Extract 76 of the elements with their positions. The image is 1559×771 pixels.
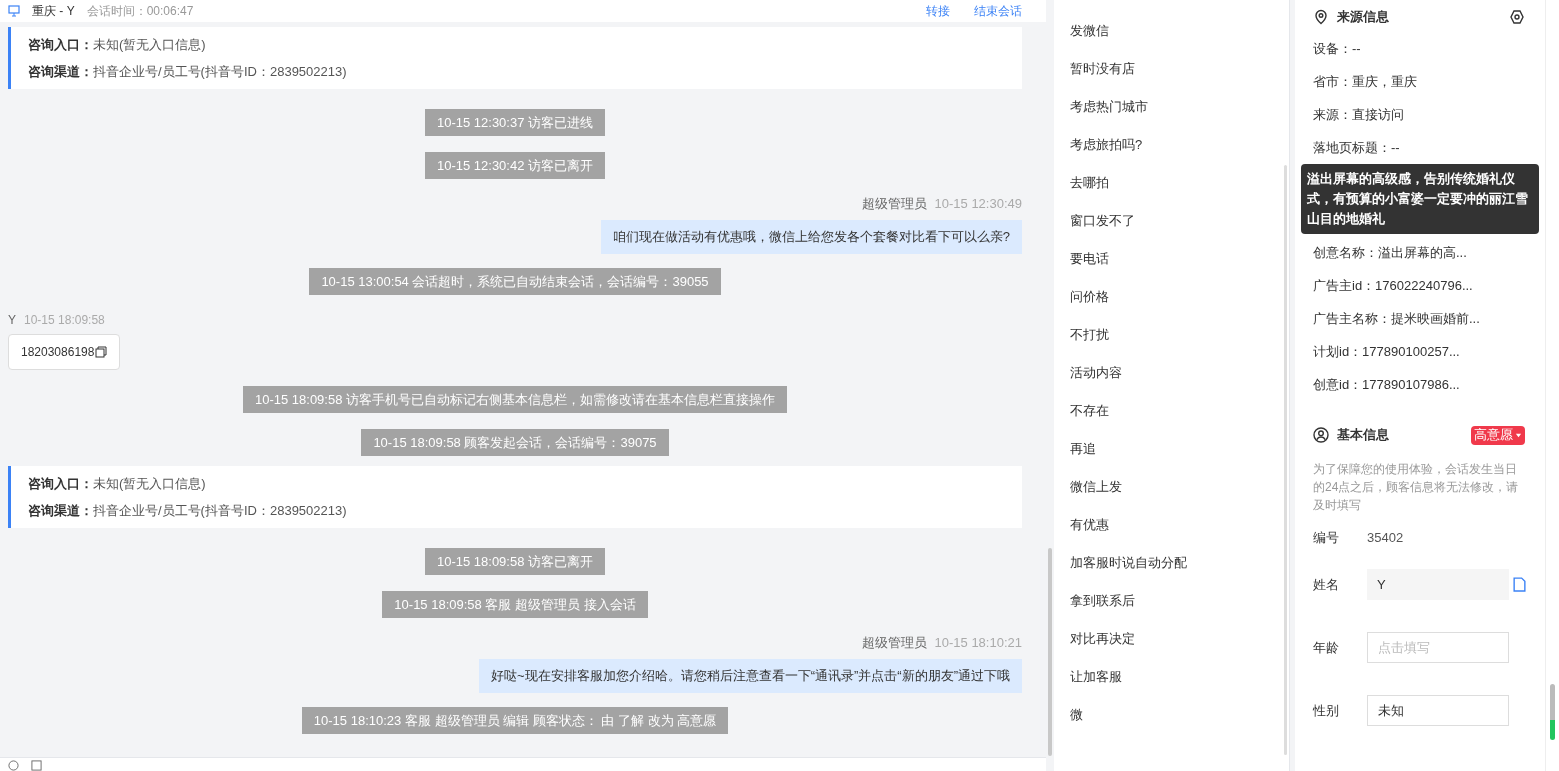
quick-reply-item[interactable]: 不打扰 — [1070, 324, 1289, 362]
monitor-icon — [8, 5, 20, 17]
quick-reply-item[interactable]: 考虑旅拍吗? — [1070, 134, 1289, 172]
source-field: 来源：直接访问 — [1313, 98, 1527, 131]
caret-icon — [1515, 431, 1522, 439]
copy-icon[interactable] — [95, 346, 108, 358]
tooltip: 溢出屏幕的高级感，告别传统婚礼仪式，有预算的小富婆一定要冲的丽江雪山目的地婚礼 — [1301, 164, 1539, 234]
field-label: 年龄 — [1313, 638, 1340, 657]
source-field: 广告主名称：提米映画婚前... — [1313, 302, 1527, 335]
message-time: 10-15 18:10:21 — [934, 634, 1022, 652]
system-notice: 10-15 12:30:42 访客已离开 — [424, 152, 606, 179]
sender-name: 超级管理员 — [861, 195, 927, 213]
quick-reply-item[interactable]: 有优惠 — [1070, 514, 1289, 552]
field-label: 姓名 — [1313, 575, 1340, 594]
location-pin-icon — [1313, 9, 1329, 25]
intent-tag-dropdown[interactable]: 高意愿 — [1471, 425, 1525, 445]
image-icon[interactable] — [31, 760, 42, 771]
quick-reply-item[interactable]: 再追 — [1070, 438, 1289, 476]
quick-reply-item[interactable]: 活动内容 — [1070, 362, 1289, 400]
sender-name: 超级管理员 — [861, 634, 927, 652]
field-label: 性别 — [1313, 701, 1340, 720]
info-line: 咨询渠道：抖音企业号/员工号(抖音号ID：2839502213) — [28, 63, 348, 81]
quick-reply-item[interactable]: 微信上发 — [1070, 476, 1289, 514]
session-title: 重庆 - Y — [32, 3, 75, 20]
sender-name: Y — [8, 312, 16, 329]
end-session-button[interactable]: 结束会话 — [974, 2, 1022, 20]
system-notice: 10-15 18:09:58 访客手机号已自动标记右侧基本信息栏，如需修改请在基本信息栏直接操作 — [242, 386, 788, 413]
document-icon[interactable] — [1513, 577, 1526, 592]
source-field: 广告主id：176022240796... — [1313, 269, 1527, 302]
quick-reply-item[interactable]: 去哪拍 — [1070, 172, 1289, 210]
section-title: 来源信息 — [1337, 8, 1389, 27]
quick-reply-item[interactable]: 拿到联系后 — [1070, 590, 1289, 628]
notice-text: 为了保障您的使用体验，会话发生当日的24点之后，顾客信息将无法修改，请及时填写 — [1313, 461, 1520, 514]
source-field: 省市：重庆，重庆 — [1313, 65, 1527, 98]
message-time: 10-15 12:30:49 — [934, 195, 1022, 213]
field-value: 35402 — [1367, 529, 1404, 548]
message-bubble: 咱们现在做活动有优惠哦，微信上给您发各个套餐对比看下可以么亲? — [600, 220, 1022, 254]
quick-reply-item[interactable]: 窗口发不了 — [1070, 210, 1289, 248]
name-field[interactable]: Y — [1367, 569, 1509, 600]
settings-icon[interactable] — [1509, 9, 1525, 25]
quick-reply-item[interactable]: 问价格 — [1070, 286, 1289, 324]
info-line: 咨询入口：未知(暂无入口信息) — [28, 36, 207, 54]
quick-reply-item[interactable]: 让加客服 — [1070, 666, 1289, 704]
message-time: 10-15 18:09:58 — [24, 312, 105, 329]
input-field[interactable]: 点击填写 — [1367, 632, 1509, 663]
quick-reply-item[interactable]: 不存在 — [1070, 400, 1289, 438]
info-line: 咨询入口：未知(暂无入口信息) — [28, 475, 207, 493]
system-notice: 10-15 18:10:23 客服 超级管理员 编辑 顾客状态： 由 了解 改为 高意愿 — [301, 707, 729, 734]
quick-reply-item[interactable]: 微 — [1070, 704, 1289, 742]
system-notice: 10-15 13:00:54 会话超时，系统已自动结束会话，会话编号：39055 — [309, 268, 721, 295]
source-field: 计划id：177890100257... — [1313, 335, 1527, 368]
message-bubble: 好哒~现在安排客服加您介绍哈。请您稍后注意查看一下“通讯录”并点击“新的朋友”通过下哦 — [479, 659, 1022, 693]
user-circle-icon — [1313, 427, 1329, 443]
system-notice: 10-15 18:09:58 访客已离开 — [424, 548, 606, 575]
system-notice: 10-15 12:30:37 访客已进线 — [424, 109, 606, 136]
transfer-button[interactable]: 转接 — [926, 2, 950, 20]
source-field: 落地页标题：-- — [1313, 131, 1527, 164]
system-notice: 10-15 18:09:58 客服 超级管理员 接入会话 — [382, 591, 648, 618]
info-line: 咨询渠道：抖音企业号/员工号(抖音号ID：2839502213) — [28, 502, 348, 520]
quick-reply-item[interactable]: 考虑热门城市 — [1070, 96, 1289, 134]
scrollbar-thumb[interactable] — [1550, 684, 1555, 740]
source-field: 创意名称：溢出屏幕的高... — [1313, 236, 1527, 269]
quick-reply-item[interactable]: 暂时没有店 — [1070, 58, 1289, 96]
quick-reply-item[interactable]: 对比再决定 — [1070, 628, 1289, 666]
input-field[interactable]: 未知 — [1367, 695, 1509, 726]
system-notice: 10-15 18:09:58 顾客发起会话，会话编号：39075 — [361, 429, 669, 456]
emoji-icon[interactable] — [8, 760, 19, 771]
quick-reply-item[interactable]: 要电话 — [1070, 248, 1289, 286]
field-label: 编号 — [1313, 529, 1340, 548]
section-title: 基本信息 — [1337, 426, 1389, 445]
phone-number: 18203086198 — [21, 344, 95, 361]
quick-reply-item[interactable]: 发微信 — [1070, 20, 1289, 58]
quick-reply-item[interactable]: 加客服时说自动分配 — [1070, 552, 1289, 590]
session-time: 会话时间：00:06:47 — [86, 3, 194, 20]
source-field: 设备：-- — [1313, 32, 1527, 65]
source-field: 创意id：177890107986... — [1313, 368, 1527, 401]
